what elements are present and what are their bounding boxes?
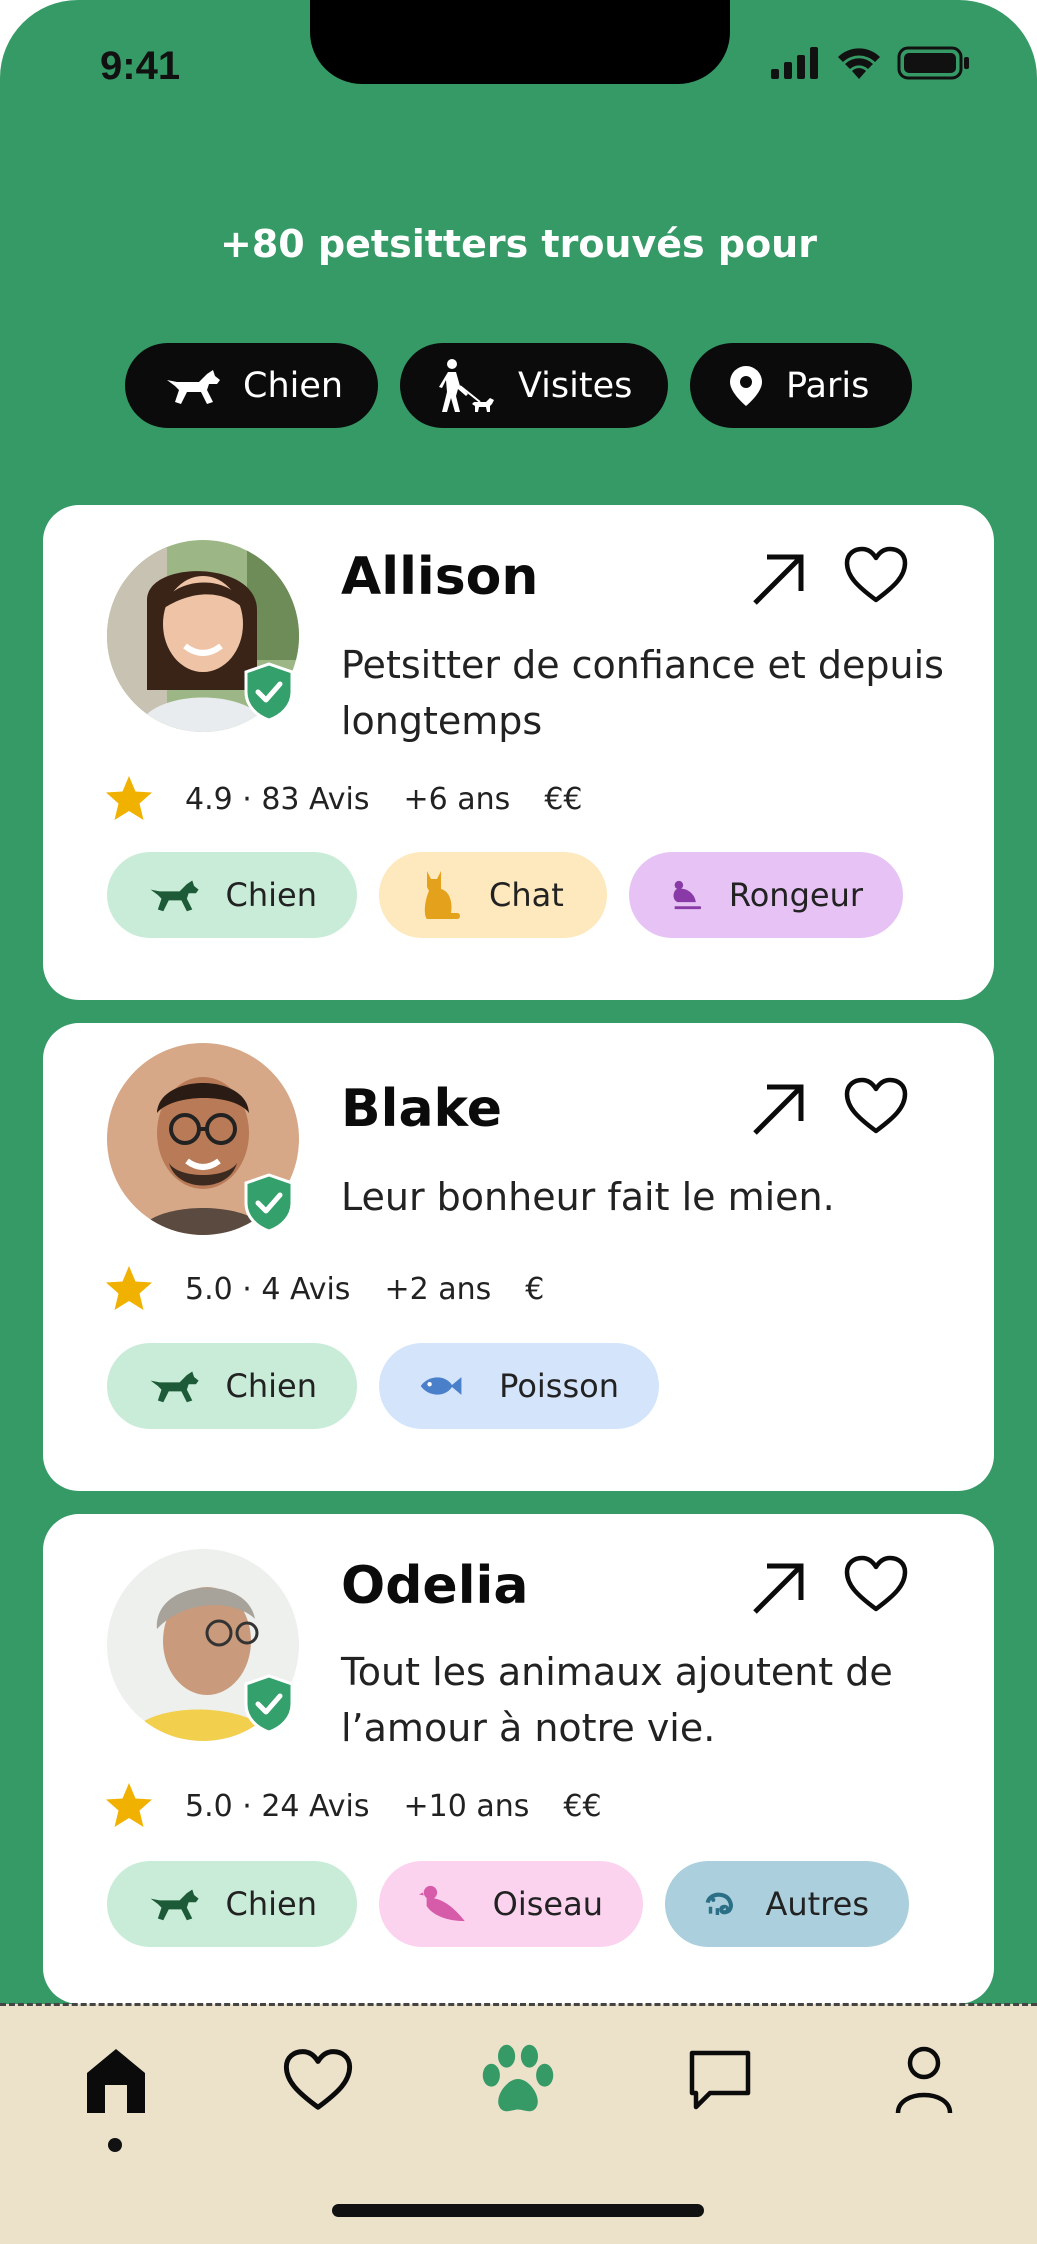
- open-profile-button[interactable]: [743, 1075, 813, 1145]
- results-headline: +80 petsitters trouvés pour: [220, 222, 817, 266]
- rating-text: 5.0 · 24 Avis: [185, 1788, 370, 1824]
- price-text: €€: [544, 781, 583, 817]
- heart-icon: [844, 1555, 908, 1612]
- filter-chips: Chien Visites Paris: [0, 343, 1037, 428]
- sitter-description: Tout les animaux ajoutent de l’amour à n…: [341, 1650, 893, 1750]
- filter-chip-label: Chien: [243, 365, 344, 406]
- nav-favorites[interactable]: [278, 2040, 358, 2120]
- sitter-stats: 4.9 · 83 Avis +6 ans €€: [103, 773, 583, 825]
- location-pin-icon: [728, 364, 764, 408]
- profile-icon: [895, 2046, 953, 2114]
- open-profile-button[interactable]: [743, 545, 813, 615]
- animal-tags: Chien Chat Rongeur: [107, 852, 903, 938]
- experience-text: +10 ans: [403, 1788, 530, 1824]
- sitter-card[interactable]: Blake Leur bonheur fait le mien. 5.0 · 4…: [43, 1023, 994, 1491]
- chat-icon: [689, 2050, 751, 2110]
- tag-rodent: Rongeur: [629, 852, 903, 938]
- rodent-icon: [673, 880, 702, 910]
- tag-bird: Oiseau: [379, 1861, 643, 1947]
- favorite-button[interactable]: [838, 1549, 914, 1619]
- filter-chip-service[interactable]: Visites: [400, 343, 668, 428]
- sitter-description: Petsitter de confiance et depuis longtem…: [341, 643, 944, 743]
- filter-chip-label: Visites: [518, 365, 633, 406]
- dog-icon: [150, 1889, 199, 1921]
- bird-icon: [419, 1885, 465, 1922]
- tag-label: Chien: [225, 1367, 317, 1405]
- experience-text: +6 ans: [403, 781, 511, 817]
- arrow-up-right-icon: [753, 1084, 804, 1135]
- dog-icon: [163, 364, 221, 408]
- status-icons: [771, 46, 971, 80]
- rating-text: 5.0 · 4 Avis: [185, 1271, 351, 1307]
- sitter-name: Odelia: [341, 1556, 529, 1616]
- heart-icon: [283, 2049, 353, 2110]
- animal-tags: Chien Oiseau Autres: [107, 1861, 909, 1947]
- rating-text: 4.9 · 83 Avis: [185, 781, 370, 817]
- filter-chip-animal[interactable]: Chien: [125, 343, 378, 428]
- chameleon-icon: [705, 1892, 733, 1916]
- walker-icon: [438, 358, 496, 414]
- tag-dog: Chien: [107, 1343, 357, 1429]
- home-indicator: [332, 2204, 704, 2217]
- nav-profile[interactable]: [884, 2040, 964, 2120]
- heart-icon: [844, 1077, 908, 1134]
- tag-label: Poisson: [499, 1367, 619, 1405]
- tag-label: Chien: [225, 1885, 317, 1923]
- tag-label: Chat: [489, 876, 564, 914]
- verified-badge-icon: [243, 662, 295, 726]
- tag-dog: Chien: [107, 852, 357, 938]
- sitter-name: Blake: [341, 1079, 503, 1139]
- sitter-card[interactable]: Odelia Tout les animaux ajoutent de l’am…: [43, 1514, 994, 2004]
- tag-label: Autres: [765, 1885, 869, 1923]
- tag-dog: Chien: [107, 1861, 357, 1947]
- signal-icon: [771, 47, 818, 79]
- verified-badge-icon: [243, 1674, 295, 1738]
- tag-label: Rongeur: [728, 876, 863, 914]
- tag-other: Autres: [665, 1861, 909, 1947]
- arrow-up-right-icon: [753, 554, 804, 605]
- sitter-stats: 5.0 · 4 Avis +2 ans €: [103, 1263, 544, 1315]
- home-icon: [87, 2049, 145, 2113]
- filter-chip-label: Paris: [786, 365, 870, 406]
- nav-home[interactable]: [76, 2040, 156, 2120]
- cat-icon: [424, 871, 460, 919]
- tag-label: Chien: [225, 876, 317, 914]
- nav-divider: [0, 2003, 1037, 2006]
- price-text: €€: [563, 1788, 602, 1824]
- sitter-stats: 5.0 · 24 Avis +10 ans €€: [103, 1780, 602, 1832]
- tag-label: Oiseau: [492, 1885, 603, 1923]
- favorite-button[interactable]: [838, 1071, 914, 1141]
- star-icon: [106, 1266, 152, 1310]
- paw-icon: [482, 2044, 554, 2112]
- nav-search[interactable]: [478, 2040, 558, 2120]
- sitter-name: Allison: [341, 547, 539, 607]
- favorite-button[interactable]: [838, 540, 914, 610]
- price-text: €: [525, 1271, 545, 1307]
- verified-badge-icon: [243, 1173, 295, 1237]
- fish-icon: [420, 1377, 462, 1395]
- status-time: 9:41: [100, 44, 181, 88]
- sitter-card[interactable]: Allison Petsitter de confiance et depuis…: [43, 505, 994, 1000]
- heart-icon: [844, 546, 908, 603]
- star-icon: [106, 776, 152, 820]
- experience-text: +2 ans: [384, 1271, 492, 1307]
- sitter-description: Leur bonheur fait le mien.: [341, 1175, 835, 1219]
- filter-chip-location[interactable]: Paris: [690, 343, 912, 428]
- dog-icon: [150, 1371, 199, 1403]
- tag-cat: Chat: [379, 852, 607, 938]
- battery-icon: [897, 46, 969, 80]
- active-indicator: [108, 2138, 122, 2152]
- tag-fish: Poisson: [379, 1343, 659, 1429]
- arrow-up-right-icon: [753, 1563, 804, 1614]
- open-profile-button[interactable]: [743, 1554, 813, 1624]
- wifi-icon: [838, 48, 880, 79]
- animal-tags: Chien Poisson: [107, 1343, 659, 1429]
- star-icon: [106, 1783, 152, 1827]
- notch: [310, 0, 730, 84]
- app-screen: 9:41 +80 petsitters trouvés pour Chien V…: [0, 0, 1037, 2244]
- nav-messages[interactable]: [680, 2040, 760, 2120]
- dog-icon: [150, 880, 199, 912]
